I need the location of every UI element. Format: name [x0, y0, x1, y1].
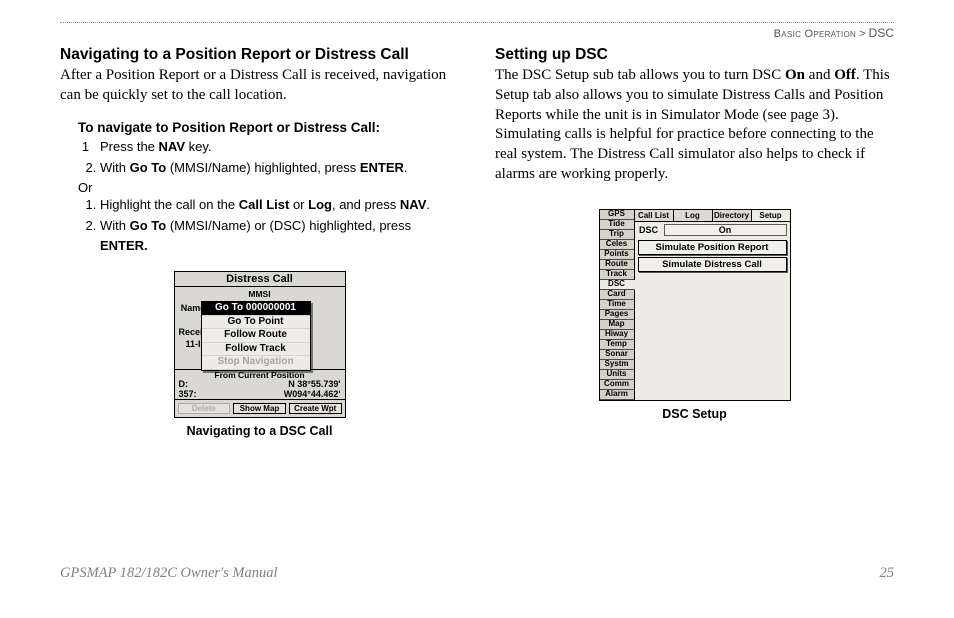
subtab-directory[interactable]: Directory — [713, 210, 752, 221]
breadcrumb: Basic Operation > DSC — [60, 26, 894, 40]
page: Basic Operation > DSC Navigating to a Po… — [0, 0, 954, 618]
main-tab-pages[interactable]: Pages — [600, 310, 634, 320]
main-tab-route[interactable]: Route — [600, 260, 634, 270]
distress-call-screenshot: Distress Call MMSI Name Receiv 11-I Go T… — [174, 271, 346, 418]
dsc-value[interactable]: On — [664, 224, 787, 236]
breadcrumb-section: Basic Operation — [774, 28, 856, 40]
left-subhead: To navigate to Position Report or Distre… — [78, 120, 459, 135]
pos-row-2: 357: W094°44.462' — [175, 390, 345, 399]
sub-tabs: Call List Log Directory Setup — [635, 210, 790, 222]
right-para: The DSC Setup sub tab allows you to turn… — [495, 66, 894, 185]
menu-item-follow-route[interactable]: Follow Route — [202, 329, 310, 343]
main-tab-temp[interactable]: Temp — [600, 340, 634, 350]
step-b1: Highlight the call on the Call List or L… — [100, 195, 459, 215]
menu-item-goto-point[interactable]: Go To Point — [202, 316, 310, 330]
subtab-call-list[interactable]: Call List — [635, 210, 674, 221]
main-tab-tide[interactable]: Tide — [600, 220, 634, 230]
right-heading: Setting up DSC — [495, 46, 894, 64]
breadcrumb-sep: > — [859, 28, 865, 40]
dsc-label: DSC — [638, 225, 660, 235]
main-tab-map[interactable]: Map — [600, 320, 634, 330]
main-tab-alarm[interactable]: Alarm — [600, 390, 634, 400]
figure-2: GPSTideTripCelesPointsRouteTrackDSCCardT… — [495, 209, 894, 421]
footer-title: GPSMAP 182/182C Owner's Manual — [60, 565, 278, 582]
figure-1: Distress Call MMSI Name Receiv 11-I Go T… — [60, 271, 459, 438]
figure-1-caption: Navigating to a DSC Call — [60, 424, 459, 438]
footer: GPSMAP 182/182C Owner's Manual 25 — [60, 565, 894, 582]
subtab-log[interactable]: Log — [674, 210, 713, 221]
menu-item-follow-track[interactable]: Follow Track — [202, 343, 310, 357]
simulate-position-report-button[interactable]: Simulate Position Report — [638, 240, 787, 255]
columns: Navigating to a Position Report or Distr… — [60, 46, 894, 438]
main-tab-units[interactable]: Units — [600, 370, 634, 380]
step-a2: With Go To (MMSI/Name) highlighted, pres… — [100, 158, 459, 178]
scr1-title: Distress Call — [175, 272, 345, 287]
breadcrumb-leaf: DSC — [869, 26, 894, 40]
goto-menu: Go To 000000001 Go To Point Follow Route… — [201, 301, 311, 371]
page-number: 25 — [880, 565, 895, 582]
main-tab-card[interactable]: Card — [600, 290, 634, 300]
step-b2: With Go To (MMSI/Name) or (DSC) highligh… — [100, 216, 459, 255]
steps-a: Press the NAV key. With Go To (MMSI/Name… — [78, 137, 459, 178]
main-tab-celes[interactable]: Celes — [600, 240, 634, 250]
main-tabs: GPSTideTripCelesPointsRouteTrackDSCCardT… — [600, 210, 635, 400]
mmsi-label: MMSI — [179, 289, 341, 299]
left-heading: Navigating to a Position Report or Distr… — [60, 46, 459, 64]
top-rule — [60, 22, 894, 23]
menu-item-goto-mmsi[interactable]: Go To 000000001 — [202, 302, 310, 316]
left-column: Navigating to a Position Report or Distr… — [60, 46, 459, 438]
subtab-setup[interactable]: Setup — [752, 210, 790, 221]
main-tab-dsc[interactable]: DSC — [600, 280, 635, 290]
right-column: Setting up DSC The DSC Setup sub tab all… — [495, 46, 894, 438]
simulate-distress-call-button[interactable]: Simulate Distress Call — [638, 257, 787, 272]
main-tab-sonar[interactable]: Sonar — [600, 350, 634, 360]
main-tab-points[interactable]: Points — [600, 250, 634, 260]
setup-panel: Call List Log Directory Setup DSC On Sim… — [635, 210, 790, 400]
main-tab-comm[interactable]: Comm — [600, 380, 634, 390]
dsc-toggle-row: DSC On — [635, 222, 790, 238]
steps-b: Highlight the call on the Call List or L… — [78, 195, 459, 256]
show-map-button[interactable]: Show Map — [233, 403, 286, 414]
left-para: After a Position Report or a Distress Ca… — [60, 66, 459, 106]
main-tab-trip[interactable]: Trip — [600, 230, 634, 240]
main-tab-gps[interactable]: GPS — [600, 210, 634, 220]
main-tab-hiway[interactable]: Hiway — [600, 330, 634, 340]
dsc-setup-screenshot: GPSTideTripCelesPointsRouteTrackDSCCardT… — [599, 209, 791, 401]
step-a1: Press the NAV key. — [100, 137, 459, 157]
menu-item-stop-nav: Stop Navigation — [202, 356, 310, 370]
create-wpt-button[interactable]: Create Wpt — [289, 403, 342, 414]
or-label: Or — [78, 180, 459, 195]
main-tab-time[interactable]: Time — [600, 300, 634, 310]
main-tab-track[interactable]: Track — [600, 270, 634, 280]
figure-2-caption: DSC Setup — [495, 407, 894, 421]
delete-button: Delete — [178, 403, 231, 414]
scr1-buttons: Delete Show Map Create Wpt — [175, 399, 345, 417]
main-tab-systm[interactable]: Systm — [600, 360, 634, 370]
